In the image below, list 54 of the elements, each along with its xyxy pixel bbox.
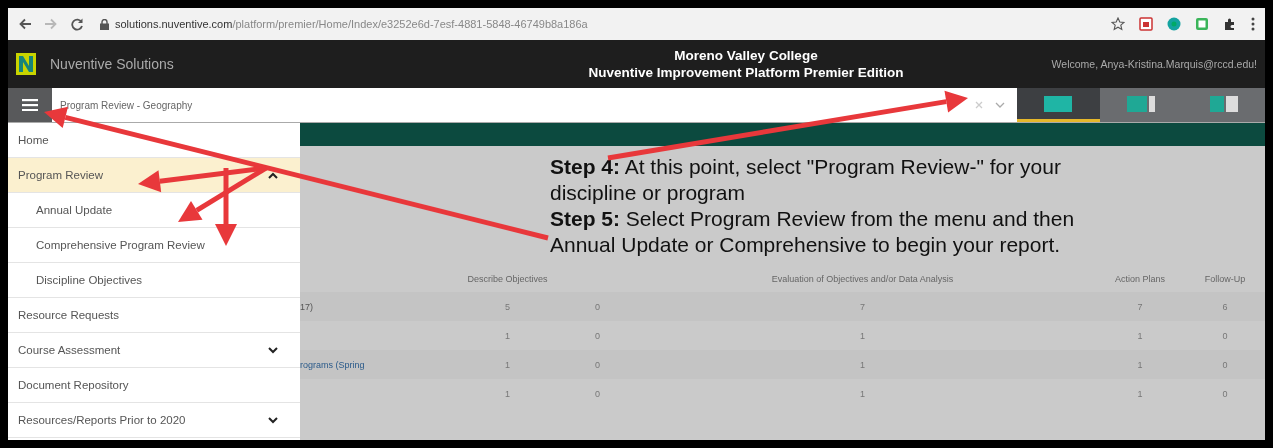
college-name: Moreno Valley College: [673, 47, 819, 64]
logo-icon: [16, 53, 36, 75]
tile-icon: [1044, 95, 1073, 112]
puzzle-icon[interactable]: [1223, 17, 1237, 31]
menu-button[interactable]: [8, 88, 52, 122]
sidebar-item[interactable]: Resource Requests: [8, 298, 300, 333]
column-header: Evaluation of Objectives and/or Data Analysis: [770, 274, 955, 284]
table-cell-text: 0: [1221, 388, 1229, 399]
table-cell-text: 1: [859, 359, 866, 370]
table-cell-text: 0: [594, 330, 601, 341]
table-cell-text: 7: [859, 301, 866, 312]
table-cell-text: 7: [1136, 301, 1144, 312]
welcome-text: Welcome, Anya-Kristina.Marquis@rccd.edu!: [1051, 58, 1257, 70]
more-icon[interactable]: [1251, 17, 1255, 31]
split-view-icon: [1127, 95, 1155, 112]
platform-name: Nuventive Improvement Platform Premier Edition: [587, 64, 905, 81]
document-icon[interactable]: [1195, 17, 1209, 31]
calendar-icon[interactable]: [1139, 17, 1153, 31]
lock-icon: [100, 18, 109, 30]
column-header: Follow-Up: [1203, 274, 1247, 284]
table-cell-text: 17): [300, 301, 314, 312]
table-cell-text: 1: [1136, 330, 1144, 341]
program-dropdown-value: Program Review - Geography: [60, 99, 193, 111]
instruction-text: Step 5: Select Program Review from the menu and then Annual Update or Comprehensive to begin your report.: [550, 206, 1076, 258]
instruction-text: Step 4: At this point, select "Program Review-" for your discipline or program: [550, 154, 1062, 206]
table-cell-text: 0: [1221, 330, 1229, 341]
column-header: Describe Objectives: [466, 274, 549, 284]
table-cell-text: 6: [1221, 301, 1229, 312]
table-cell-text: 1: [1136, 359, 1144, 370]
table-cell-text: 1: [859, 330, 866, 341]
column-header: Action Plans: [1114, 274, 1166, 284]
table-cell-text: 0: [594, 359, 601, 370]
view-tab[interactable]: [1017, 88, 1100, 122]
menu-icon: [22, 99, 38, 111]
table-cell-text: 0: [594, 388, 601, 399]
brand-name: Nuventive Solutions: [50, 56, 174, 72]
sidebar-item[interactable]: Resources/Reports Prior to 2020: [8, 403, 300, 438]
table-cell-text: 1: [504, 388, 511, 399]
address-bar[interactable]: solutions.nuventive.com/platform/premier/Home/Index/e3252e6d-7esf-4881-5848-46749b8a186a: [115, 18, 588, 30]
table-cell-text: 1: [504, 330, 511, 341]
table-cell-text: 5: [504, 301, 511, 312]
circle-icon[interactable]: [1167, 17, 1181, 31]
star-icon[interactable]: [1111, 17, 1125, 31]
table-cell-text: 0: [594, 301, 601, 312]
table-cell-text: 1: [1136, 388, 1144, 399]
back-arrow-icon[interactable]: [18, 17, 32, 31]
sidebar-item[interactable]: Course Assessment: [8, 333, 300, 368]
table-cell-text: 1: [859, 388, 866, 399]
split-view-icon: [1209, 95, 1238, 112]
chevron-down-icon: [995, 102, 1005, 108]
table-cell-text: 1: [504, 359, 511, 370]
row-link[interactable]: rograms (Spring: [300, 359, 450, 370]
table-cell-text: 0: [1221, 359, 1229, 370]
reload-icon[interactable]: [70, 17, 84, 31]
